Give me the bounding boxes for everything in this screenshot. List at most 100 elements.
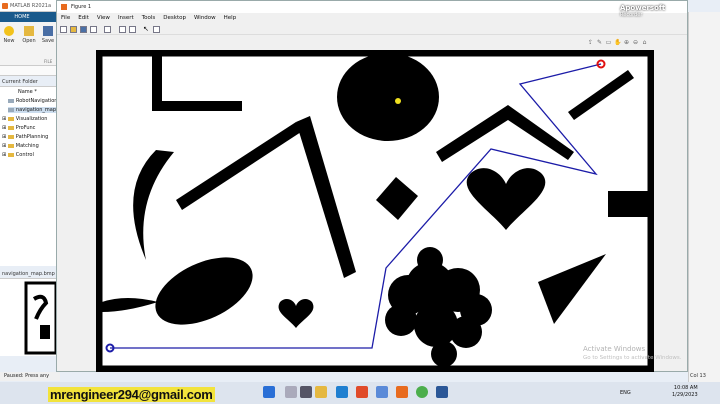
obstacle-small-bar [568,70,634,120]
name-column-header[interactable]: Name * [18,89,37,95]
robot-marker [395,98,401,104]
export-icon[interactable]: ⇪ [587,39,594,46]
save-icon [43,26,53,36]
obstacle-bar-vertical [296,116,356,278]
map-axes[interactable] [95,49,655,373]
new-icon [4,26,14,36]
folder-icon [7,134,14,139]
file-item[interactable]: RobotNavigation [8,98,57,104]
recorder-watermark-sub: Recorder [620,12,643,18]
figure-toolbar: ↖ [57,24,687,35]
open-folder-icon [24,26,34,36]
matlab-title-bar: MATLAB R2021a [0,0,60,12]
open-button[interactable]: Open [21,26,37,44]
folder-item[interactable]: ⊞ Control [2,152,34,158]
store-icon[interactable] [376,386,388,398]
search-icon[interactable] [285,386,297,398]
menu-insert[interactable]: Insert [118,14,134,23]
clock-date: 1/29/2023 [672,392,698,398]
map-thumbnail [24,281,58,355]
navigation-map [95,49,655,373]
new-figure-icon[interactable] [60,26,67,33]
menu-desktop[interactable]: Desktop [163,14,186,23]
obstacle-heart-small [278,299,314,328]
path-bar[interactable] [0,66,60,76]
home-icon[interactable]: ⌂ [641,39,648,46]
activate-windows-sub: Go to Settings to activate Windows. [583,355,682,361]
matlab-logo-icon [2,3,8,9]
obstacle-diamond [376,177,418,220]
task-view-icon[interactable] [300,386,312,398]
menu-window[interactable]: Window [194,14,216,23]
file-icon [8,107,14,112]
clock[interactable]: 10:08 AM 1/29/2023 [672,385,698,399]
language-indicator[interactable]: ENG [620,390,631,396]
start-icon[interactable] [263,386,275,398]
office-icon[interactable] [356,386,368,398]
datatip-icon[interactable]: ▭ [605,39,612,46]
menu-edit[interactable]: Edit [78,14,89,23]
new-button[interactable]: New [1,26,17,44]
editor-side-panel [688,12,720,382]
pan-icon[interactable]: ✋ [614,39,621,46]
save-figure-icon[interactable] [80,26,87,33]
desktop: MATLAB R2021a HOME New Open Save FILE Cu… [0,0,720,404]
folder-item[interactable]: ⊞ ProFunc [2,125,35,131]
print-icon[interactable] [90,26,97,33]
word-icon[interactable] [436,386,448,398]
obstacle-ellipse-bottom [155,257,253,325]
tab-home[interactable]: HOME [8,13,36,21]
chrome-icon[interactable] [416,386,428,398]
obstacle-ellipse-top [337,53,439,141]
figure-window: Figure 1 File Edit View Insert Tools Des… [56,0,688,373]
open-label: Open [22,38,36,44]
obstacle-wedge-left [102,298,158,312]
save-button[interactable]: Save [40,26,56,44]
file-browser[interactable]: Name * RobotNavigation navigation_map.bm… [0,86,69,266]
folder-icon [7,116,14,121]
colorbar-icon[interactable] [119,26,126,33]
legend-icon[interactable] [129,26,136,33]
menu-file[interactable]: File [61,14,70,23]
obstacle-triangle [538,254,606,324]
property-editor-icon[interactable] [153,26,160,33]
new-label: New [3,38,15,44]
obstacle-cloud [385,247,492,367]
obstacle-roof [436,105,574,162]
matlab-taskbar-icon[interactable] [396,386,408,398]
matlab-title: MATLAB R2021a [10,3,52,9]
figure-menu-bar: File Edit View Insert Tools Desktop Wind… [57,14,687,23]
zoom-out-icon[interactable]: ⊖ [632,39,639,46]
link-plot-icon[interactable] [104,26,111,33]
figure-title-bar: Figure 1 [57,1,687,13]
cursor-position: Col 13 [690,373,706,379]
open-file-icon[interactable] [70,26,77,33]
file-explorer-icon[interactable] [315,386,327,398]
obstacle-block-right [608,191,651,217]
folder-icon [7,125,14,130]
folder-icon [7,143,14,148]
folder-item[interactable]: ⊞ Matching [2,143,39,149]
status-bar: Paused: Press any [0,372,60,381]
activate-windows-title: Activate Windows [583,345,646,353]
menu-help[interactable]: Help [224,14,237,23]
obstacle-heart-large [466,168,546,230]
menu-tools[interactable]: Tools [142,14,156,23]
folder-icon [7,152,14,157]
menu-view[interactable]: View [97,14,110,23]
matlab-ribbon: New Open Save FILE [0,22,60,66]
recorder-watermark: Apowersoft [620,4,666,12]
figure-icon [61,4,67,10]
zoom-in-icon[interactable]: ⊕ [623,39,630,46]
folder-item[interactable]: ⊞ Visualization [2,116,47,122]
pointer-icon[interactable]: ↖ [143,26,150,33]
folder-item[interactable]: ⊞ PathPlanning [2,134,48,140]
email-banner: mrengineer294@gmail.com [48,387,215,402]
brush-icon[interactable]: ✎ [596,39,603,46]
obstacle-l-shape [152,56,242,111]
axes-toolbar: ⇪ ✎ ▭ ✋ ⊕ ⊖ ⌂ [587,39,648,48]
clock-time: 10:08 AM [673,385,698,391]
ribbon-section-label: FILE [44,59,53,64]
map-preview [0,278,60,356]
edge-icon[interactable] [336,386,348,398]
